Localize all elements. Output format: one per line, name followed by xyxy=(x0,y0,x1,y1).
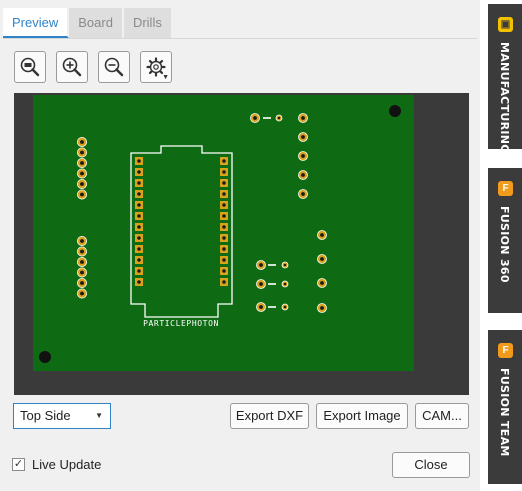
pad-hole xyxy=(222,280,226,284)
pad-hole xyxy=(222,269,226,273)
pcb-preview-canvas: PARTICLEPHOTON xyxy=(14,93,469,395)
pad-hole xyxy=(301,135,305,139)
pad-hole xyxy=(222,258,226,262)
pad-hole xyxy=(80,161,84,165)
pad-hole xyxy=(80,239,84,243)
pad-hole xyxy=(259,305,263,309)
side-tab-label: FUSION 360 xyxy=(498,206,511,283)
pad-hole xyxy=(137,269,141,273)
fusion-team-badge-icon: F xyxy=(498,343,513,358)
pad-hole xyxy=(320,233,324,237)
dropdown-arrow-icon: ▼ xyxy=(162,74,169,81)
pad-hole xyxy=(320,306,324,310)
pad-hole xyxy=(222,225,226,229)
tab-bar: Preview Board Drills xyxy=(3,8,173,38)
pad-hole xyxy=(80,182,84,186)
export-image-button[interactable]: Export Image xyxy=(316,403,408,429)
side-tab-label: MANUFACTURING xyxy=(498,42,511,154)
pad-hole xyxy=(277,116,281,120)
pad-hole xyxy=(80,249,84,254)
pad-hole xyxy=(222,181,226,185)
pad-hole xyxy=(301,116,305,120)
live-update-label: Live Update xyxy=(32,457,102,472)
zoom-out-button[interactable] xyxy=(98,51,130,83)
pad-hole xyxy=(137,203,141,207)
settings-button[interactable]: ▼ xyxy=(140,51,172,83)
pad-hole xyxy=(137,258,141,262)
manufacturing-dialog: Preview Board Drills ▼ PARTICLEPHOTON To… xyxy=(0,0,481,491)
side-select-value: Top Side xyxy=(20,408,71,423)
tab-drills[interactable]: Drills xyxy=(123,8,173,38)
pad-hole xyxy=(283,282,287,286)
pad-hole xyxy=(253,116,257,120)
pad-hole xyxy=(222,192,226,196)
zoom-in-icon xyxy=(62,57,82,77)
pad-hole xyxy=(320,281,324,285)
side-tab-fusion-360[interactable]: F FUSION 360 xyxy=(488,168,522,313)
zoom-in-button[interactable] xyxy=(56,51,88,83)
mounting-hole xyxy=(39,351,51,363)
pcb-board xyxy=(33,95,414,371)
pad-hole xyxy=(222,203,226,207)
pad-hole xyxy=(259,263,263,267)
zoom-out-icon xyxy=(104,57,124,77)
pad-hole xyxy=(259,282,263,286)
silkscreen-label: PARTICLEPHOTON xyxy=(143,319,219,328)
cam-button[interactable]: CAM... xyxy=(415,403,469,429)
pad-hole xyxy=(137,159,141,163)
live-update-option[interactable]: ✓ Live Update xyxy=(12,457,101,472)
pad-hole xyxy=(137,236,141,240)
side-tab-label: FUSION TEAM xyxy=(498,368,511,457)
pad-hole xyxy=(137,225,141,229)
pcb-preview[interactable]: PARTICLEPHOTON xyxy=(14,93,469,395)
pad-hole xyxy=(222,170,226,174)
side-tab-manufacturing[interactable]: ▣ MANUFACTURING xyxy=(488,4,522,154)
pad-hole xyxy=(301,192,305,196)
zoom-fit-icon xyxy=(20,57,40,77)
zoom-fit-button[interactable] xyxy=(14,51,46,83)
fusion-360-badge-icon: F xyxy=(498,181,513,196)
pad-hole xyxy=(301,154,305,158)
pad-hole xyxy=(222,247,226,251)
side-panel: ▣ MANUFACTURING F FUSION 360 F FUSION TE… xyxy=(480,0,522,491)
pad-hole xyxy=(80,140,84,144)
pad-hole xyxy=(301,173,305,177)
pad-hole xyxy=(80,281,84,285)
tab-preview[interactable]: Preview xyxy=(3,8,70,38)
side-select[interactable]: Top Side ▼ xyxy=(13,403,111,429)
preview-toolbar: ▼ xyxy=(14,51,172,83)
pad-hole xyxy=(320,257,324,261)
tab-board[interactable]: Board xyxy=(69,8,124,38)
pad-hole xyxy=(283,263,287,267)
live-update-checkbox[interactable]: ✓ xyxy=(12,458,25,471)
pad-hole xyxy=(137,280,141,284)
side-tab-fusion-team[interactable]: F FUSION TEAM xyxy=(488,330,522,484)
pad-hole xyxy=(283,305,287,309)
pad-hole xyxy=(137,247,141,251)
chevron-down-icon: ▼ xyxy=(95,411,103,420)
pad-hole xyxy=(80,270,84,275)
pad-hole xyxy=(222,236,226,240)
pad-hole xyxy=(80,171,84,176)
pad-hole xyxy=(137,192,141,196)
pad-hole xyxy=(222,159,226,163)
pad-hole xyxy=(137,170,141,174)
tab-divider xyxy=(3,38,477,39)
export-dxf-button[interactable]: Export DXF xyxy=(230,403,309,429)
pad-hole xyxy=(80,260,84,264)
pad-hole xyxy=(80,291,84,296)
pad-hole xyxy=(80,150,84,155)
pad-hole xyxy=(80,192,84,197)
pad-hole xyxy=(222,214,226,218)
pad-hole xyxy=(137,181,141,185)
pad-hole xyxy=(137,214,141,218)
mounting-hole xyxy=(389,105,401,117)
close-button[interactable]: Close xyxy=(392,452,470,478)
manufacturing-badge-icon: ▣ xyxy=(498,17,513,32)
